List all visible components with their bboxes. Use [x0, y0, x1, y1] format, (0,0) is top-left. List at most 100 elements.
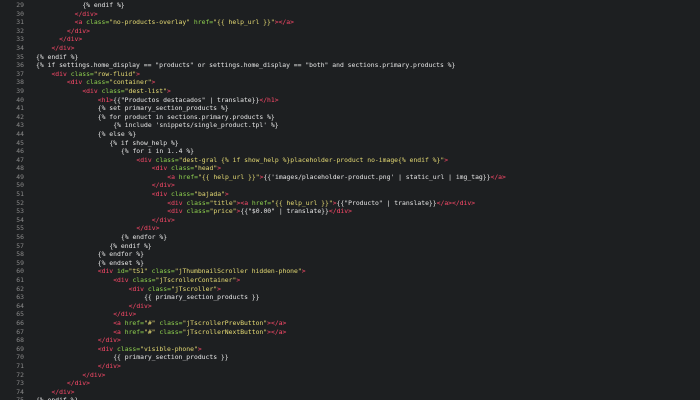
code-line[interactable]: 31 <a class="no-products-overlay" href="{… — [0, 18, 700, 27]
code-token-tag: </div> — [51, 43, 75, 52]
line-number: 69 — [16, 344, 24, 353]
code-text: <a href="{{ help_url }}">{{'images/place… — [167, 173, 506, 182]
code-area[interactable]: 29 {% endif %} 30 </div> 31 <a class="no-prod… — [0, 1, 700, 400]
code-token-tpl: {{ primary_section_products }} — [113, 353, 229, 362]
line-number: 60 — [16, 267, 24, 276]
code-line[interactable]: 48 <div class="head"> — [0, 164, 700, 173]
code-token-tpl: {% endif %} — [36, 52, 79, 61]
code-line[interactable]: 40 <h1>{{"Productos destacados" | transla… — [0, 96, 700, 105]
code-token-str: "jThumbnailScroller hidden-phone" — [174, 267, 302, 276]
code-line[interactable]: 42 {% for product in sections.primary.pro… — [0, 113, 700, 122]
code-text: </div> — [113, 310, 136, 319]
code-line[interactable]: 49 <a href="{{ help_url }}">{{'images/pla… — [0, 173, 700, 182]
code-token-attr: class= — [186, 207, 210, 216]
code-text: <h1>{{"Productos destacados" | translate… — [98, 96, 279, 105]
code-text: </div> — [152, 181, 175, 190]
code-text: {% endif %} — [36, 396, 78, 400]
code-line[interactable]: 64 </div> — [0, 302, 700, 311]
code-line[interactable]: 56 {% endfor %} — [0, 233, 700, 242]
code-line[interactable]: 50 </div> — [0, 181, 700, 190]
code-line[interactable]: 35 {% endif %} — [0, 53, 700, 62]
line-number: 57 — [16, 241, 24, 250]
code-line[interactable]: 30 </div> — [0, 10, 700, 19]
code-line[interactable]: 44 {% else %} — [0, 130, 700, 139]
code-line[interactable]: 34 </div> — [0, 44, 700, 53]
code-text: {% endif %} — [36, 53, 78, 62]
code-line[interactable]: 68 </div> — [0, 336, 700, 345]
code-line[interactable]: 51 <div class="bajada"> — [0, 190, 700, 199]
line-number: 70 — [16, 353, 24, 362]
code-token-tag: </div> — [97, 336, 121, 345]
code-line[interactable]: 52 <div class="title"><a href="{{ help_ur… — [0, 199, 700, 208]
code-token-tpl: {% endfor %} — [97, 250, 144, 259]
code-line[interactable]: 74 </div> — [0, 388, 700, 397]
code-token-tag: </h1> — [259, 95, 279, 104]
code-line[interactable]: 54 </div> — [0, 216, 700, 225]
code-token-tag: <a — [113, 318, 125, 327]
code-text: {{ primary_section_products }} — [113, 353, 228, 362]
code-token-tag: > — [236, 276, 241, 284]
code-line[interactable]: 69 <div class="visible-phone"> — [0, 345, 700, 354]
code-token-str: "no-products-overlay" — [109, 18, 191, 27]
code-token-tpl: {{'images/placeholder-product.png' | sta… — [263, 172, 491, 181]
code-line[interactable]: 57 {% endif %} — [0, 242, 700, 251]
code-line[interactable]: 60 <div id="tS1" class="jThumbnailScrolle… — [0, 267, 700, 276]
code-token-attr: id= — [117, 267, 129, 276]
line-number: 37 — [16, 69, 24, 78]
code-line[interactable]: 38 <div class="container"> — [0, 78, 700, 87]
code-line[interactable]: 63 {{ primary_section_products }} — [0, 293, 700, 302]
line-number: 29 — [16, 1, 24, 9]
code-line[interactable]: 53 <div class="price">{{"$0.00" | transla… — [0, 207, 700, 216]
code-line[interactable]: 39 <div class="dest-list"> — [0, 87, 700, 96]
code-line[interactable]: 67 <a href="#" class="jTscrollerNextButto… — [0, 328, 700, 337]
code-text: <div class="visible-phone"> — [98, 345, 202, 354]
line-number: 61 — [16, 276, 24, 284]
line-number: 56 — [16, 233, 24, 242]
code-line[interactable]: 29 {% endif %} — [0, 1, 700, 10]
line-number: 51 — [16, 190, 24, 199]
code-line[interactable]: 75 {% endif %} — [0, 396, 700, 400]
code-text: </div> — [82, 371, 105, 380]
code-line[interactable]: 58 {% endfor %} — [0, 250, 700, 259]
code-line[interactable]: 59 {% endset %} — [0, 259, 700, 268]
code-line[interactable]: 62 <div class="jTscroller"> — [0, 285, 700, 294]
code-line[interactable]: 65 </div> — [0, 310, 700, 319]
code-text: </div> — [136, 224, 159, 233]
code-text: <div class="jTscrollerContainer"> — [113, 276, 240, 285]
code-line[interactable]: 37 <div class="row-fluid"> — [0, 70, 700, 79]
code-line[interactable]: 70 {{ primary_section_products }} — [0, 353, 700, 362]
code-token-tag: > — [197, 344, 202, 353]
code-text: </div> — [75, 10, 98, 19]
code-token-attr: class= — [101, 86, 125, 95]
code-line[interactable]: 33 </div> — [0, 35, 700, 44]
code-token-str: "{{ help_url }}" — [213, 18, 275, 27]
code-line[interactable]: 32 </div> — [0, 27, 700, 36]
code-text: <div class="container"> — [67, 78, 156, 87]
code-text: <a href="#" class="jTscrollerNextButton"… — [113, 328, 286, 337]
code-line[interactable]: 36 {% if settings.home_display == "produc… — [0, 61, 700, 70]
code-line[interactable]: 47 <div class="dest-gral {% if show_help … — [0, 156, 700, 165]
code-text: <a class="no-products-overlay" href="{{ … — [75, 18, 294, 27]
line-number: 47 — [16, 155, 24, 164]
code-line[interactable]: 66 <a href="#" class="jTscrollerPrevButto… — [0, 319, 700, 328]
code-line[interactable]: 43 {% include 'snippets/single_product.tp… — [0, 121, 700, 130]
code-token-str: "title" — [209, 198, 237, 207]
code-line[interactable]: 73 </div> — [0, 379, 700, 388]
code-line[interactable]: 72 </div> — [0, 371, 700, 380]
code-token-tag: > — [166, 86, 171, 95]
code-line[interactable]: 61 <div class="jTscrollerContainer"> — [0, 276, 700, 285]
code-text: {% else %} — [98, 130, 136, 139]
code-line[interactable]: 45 {% if show_help %} — [0, 139, 700, 148]
code-text: {{ primary_section_products }} — [144, 293, 259, 302]
code-token-tag: <a — [113, 327, 125, 336]
line-number: 41 — [16, 104, 24, 113]
code-line[interactable]: 46 {% for i in 1..4 %} — [0, 147, 700, 156]
code-line[interactable]: 55 </div> — [0, 224, 700, 233]
code-token-attr: class= — [86, 78, 110, 87]
line-number: 32 — [16, 26, 24, 35]
code-line[interactable]: 41 {% set primary_section_products %} — [0, 104, 700, 113]
code-token-str: "visible-phone" — [140, 344, 198, 353]
code-line[interactable]: 71 </div> — [0, 362, 700, 371]
code-editor[interactable]: 29 {% endif %} 30 </div> 31 <a class="no-prod… — [0, 0, 700, 400]
code-text: {% endif %} — [82, 1, 124, 10]
